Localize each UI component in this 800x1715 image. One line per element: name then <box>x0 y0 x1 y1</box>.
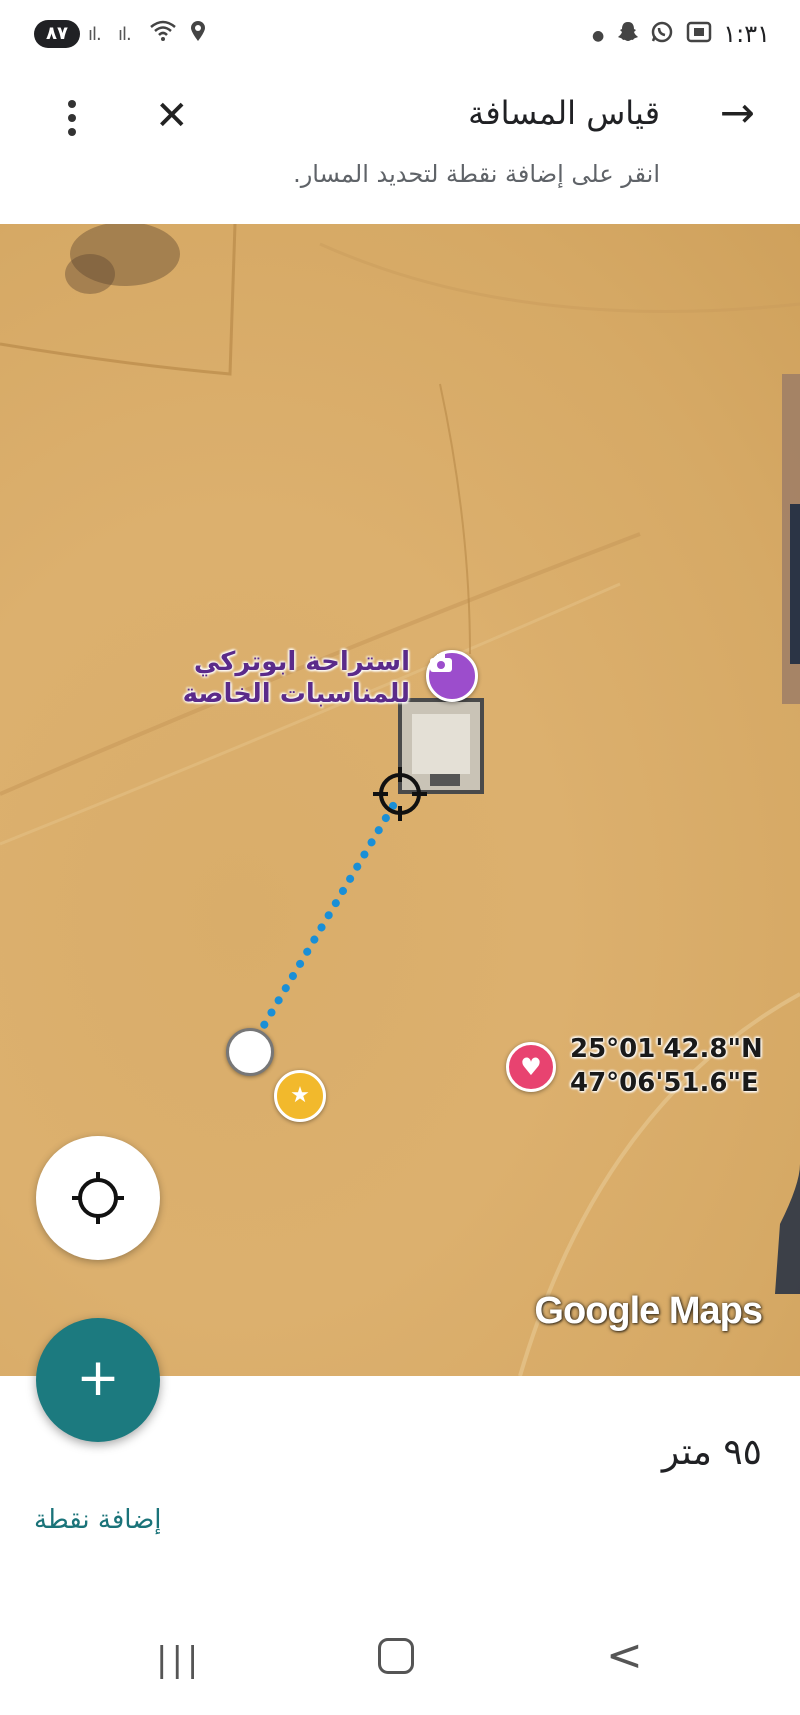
home-button[interactable] <box>378 1638 414 1674</box>
my-location-button[interactable] <box>36 1136 160 1260</box>
longitude: 47°06'51.6"E <box>570 1068 759 1098</box>
star-icon[interactable]: ★ <box>274 1070 326 1122</box>
system-nav-bar: ||| < <box>0 1606 800 1715</box>
whatsapp-icon <box>650 20 674 50</box>
signal-icon-2: ıl. <box>118 24 132 45</box>
poi-label[interactable]: استراحة ابوتركي للمناسبات الخاصة <box>160 646 410 710</box>
plus-icon[interactable]: + <box>36 1318 160 1442</box>
add-point-link[interactable]: إضافة نقطة <box>34 1505 162 1535</box>
measure-distance-header: ✕ قياس المسافة → انقر على إضافة نقطة لتح… <box>0 72 800 224</box>
screenshot-icon <box>686 20 712 50</box>
instruction-text: انقر على إضافة نقطة لتحديد المسار. <box>293 160 660 188</box>
location-icon <box>190 20 206 48</box>
heart-icon[interactable]: ♥ <box>506 1042 556 1092</box>
battery-indicator: ٨٧ <box>34 20 80 48</box>
page-title: قياس المسافة <box>468 94 660 132</box>
clock: ١:٣١ <box>723 20 770 48</box>
back-button[interactable]: < <box>606 1630 643 1681</box>
distance-value: ٩٥ متر <box>661 1432 762 1473</box>
satellite-map[interactable]: استراحة ابوتركي للمناسبات الخاصة ★ ♥ 25°… <box>0 224 800 1376</box>
coordinates-label[interactable]: 25°01'42.8"N 47°06'51.6"E <box>570 1032 763 1100</box>
status-bar: ٨٧ ıl. ıl. ● ١:٣١ <box>0 0 800 72</box>
arrow-forward-icon[interactable]: → <box>720 92 755 134</box>
dot-icon: ● <box>592 28 605 44</box>
camera-icon[interactable] <box>426 650 478 702</box>
wifi-icon <box>150 20 176 48</box>
snapchat-icon <box>616 20 640 50</box>
signal-icon: ıl. <box>88 24 102 45</box>
google-maps-watermark: Google Maps <box>534 1290 763 1332</box>
route-line <box>246 790 404 1053</box>
more-vert-icon[interactable] <box>62 100 82 144</box>
close-icon[interactable]: ✕ <box>155 96 189 136</box>
latitude: 25°01'42.8"N <box>570 1034 763 1064</box>
route-start-point[interactable] <box>226 1028 274 1076</box>
my-location-icon <box>72 1172 124 1224</box>
recent-apps-button[interactable]: ||| <box>156 1640 202 1680</box>
